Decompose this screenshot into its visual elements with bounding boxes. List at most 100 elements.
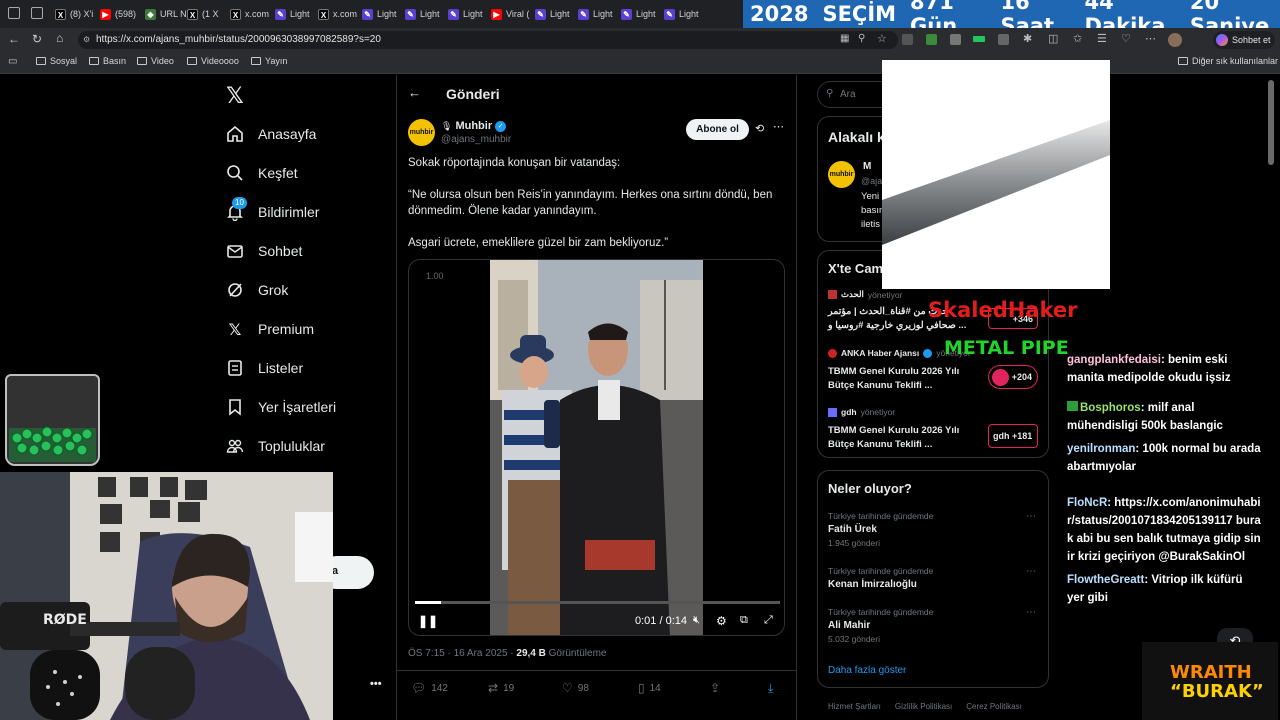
browser-tab[interactable]: Xx.com xyxy=(318,4,360,24)
video-progress-track[interactable] xyxy=(415,601,780,604)
subscribe-button[interactable]: Abone ol xyxy=(686,119,749,140)
more-tools-icon[interactable]: ⋯ xyxy=(1145,32,1156,45)
sidebar-item-notifications[interactable]: 10 Bildirimler xyxy=(226,197,319,221)
apps-icon[interactable]: ▦ xyxy=(840,33,849,44)
footer-link[interactable]: Çerez Politikası xyxy=(966,702,1022,711)
more-options-icon[interactable]: ⋯ xyxy=(773,120,784,133)
browser-tab[interactable]: ✎ Light xyxy=(275,4,317,24)
reply-button[interactable]: 💬︎ 142 xyxy=(411,681,448,695)
trend-item[interactable]: Türkiye tarihinde gündemde Fatih Ürek 1.… xyxy=(828,511,933,548)
extension-icon[interactable] xyxy=(950,34,961,45)
x-logo-icon[interactable]: 𝕏 xyxy=(226,84,244,109)
like-button[interactable]: ♡ 98 xyxy=(562,681,589,695)
other-bookmarks[interactable]: Diğer sık kullanılanlar xyxy=(1178,56,1278,66)
account-menu-icon[interactable]: ••• xyxy=(370,678,382,690)
browser-tab[interactable]: ▶ (598) xyxy=(100,4,142,24)
browser-tab[interactable]: ✎ Light xyxy=(664,4,706,24)
extension-icon[interactable] xyxy=(902,34,913,45)
picture-in-picture-icon[interactable]: ⧉ xyxy=(740,614,748,627)
address-bar[interactable]: ⚙ https://x.com/ajans_muhbir/status/2000… xyxy=(78,31,898,49)
site-info-icon[interactable]: ⚙ xyxy=(83,31,90,49)
sidebar-item-home[interactable]: Anasayfa xyxy=(226,125,316,143)
bookmark-folder[interactable]: Sosyal xyxy=(36,56,77,66)
collections-icon[interactable]: ☰ xyxy=(1097,32,1107,45)
bookmark-folder[interactable]: Video xyxy=(137,56,174,66)
trend-more-icon[interactable]: ⋯ xyxy=(1026,566,1036,577)
sidebar-item-communities[interactable]: Topluluklar xyxy=(226,437,325,455)
sidebar-item-label: Yer İşaretleri xyxy=(258,399,337,415)
favorites-icon[interactable]: ✩ xyxy=(1073,32,1082,45)
sidebar-item-messages[interactable]: Sohbet xyxy=(226,242,302,260)
back-icon[interactable]: ← xyxy=(8,32,20,46)
related-avatar[interactable]: muhbir xyxy=(828,161,855,188)
stream-listener-count[interactable]: gdh +181 xyxy=(988,424,1038,448)
browser-tab[interactable]: X (1 X xyxy=(187,4,229,24)
sidebar-item-label: Topluluklar xyxy=(258,438,325,454)
channel-avatar xyxy=(828,290,837,299)
page-scrollbar-thumb[interactable] xyxy=(1268,80,1274,165)
extensions-puzzle-icon[interactable]: ✱ xyxy=(1023,32,1032,45)
trend-item[interactable]: Türkiye tarihinde gündemde Ali Mahir 5.0… xyxy=(828,607,933,644)
browser-essentials-icon[interactable]: ♡ xyxy=(1121,32,1131,45)
author-avatar[interactable]: muhbir xyxy=(408,119,435,146)
extension-icon[interactable] xyxy=(998,34,1009,45)
repost-icon: ⇄ xyxy=(488,681,499,695)
browser-tab[interactable]: ▶ Viral ( xyxy=(491,4,533,24)
tab-groups-icon[interactable] xyxy=(31,7,43,19)
browser-tab[interactable]: Xx.com xyxy=(230,4,272,24)
bookmark-folder[interactable]: Basın xyxy=(89,56,126,66)
browser-tab[interactable]: X (8) X'i xyxy=(55,4,97,24)
browser-tab[interactable]: ✎ Light xyxy=(535,4,577,24)
footer-link[interactable]: Hizmet Şartları xyxy=(828,702,881,711)
trend-item[interactable]: Türkiye tarihinde gündemde Kenan İmirzal… xyxy=(828,566,933,593)
fullscreen-icon[interactable]: ⤢ xyxy=(764,614,773,627)
battery-extension-icon[interactable] xyxy=(973,36,985,42)
footer-link[interactable]: Gizlilik Politikası xyxy=(895,702,952,711)
browser-tab[interactable]: ✎ Light xyxy=(621,4,663,24)
copilot-chat-button[interactable]: Sohbet et xyxy=(1213,31,1275,49)
sidebar-item-grok[interactable]: Grok xyxy=(226,281,288,299)
browser-tab[interactable]: ✎ Light xyxy=(362,4,404,24)
sidebar-item-premium[interactable]: 𝕏 Premium xyxy=(226,320,314,339)
author-handle[interactable]: @ajans_muhbir xyxy=(441,134,511,145)
trend-more-icon[interactable]: ⋯ xyxy=(1026,607,1036,618)
browser-tab[interactable]: ✎ Light xyxy=(405,4,447,24)
pause-icon[interactable]: ❚❚ xyxy=(418,614,438,628)
stream-host[interactable]: gdh yönetiyor xyxy=(828,407,895,417)
bookmark-manager-icon[interactable]: ▭ xyxy=(8,56,17,67)
browser-tab[interactable]: ✎ Light xyxy=(578,4,620,24)
related-name[interactable]: M xyxy=(863,161,871,172)
stream-title[interactable]: TBMM Genel Kurulu 2026 Yılı Bütçe Kanunu… xyxy=(828,424,978,452)
mute-icon[interactable]: 🔇︎ xyxy=(693,614,700,627)
video-player[interactable]: 1.00 ❚❚ 0:01 / 0:14 🔇︎ ⚙ ⧉ ⤢ xyxy=(408,259,785,636)
sidebar-item-explore[interactable]: Keşfet xyxy=(226,164,298,182)
settings-icon[interactable]: ⚙ xyxy=(716,614,727,628)
tab-actions-icon[interactable] xyxy=(8,7,20,19)
back-arrow-icon[interactable]: ← xyxy=(408,85,421,100)
download-icon[interactable]: ⤓ xyxy=(768,681,773,696)
browser-tab[interactable]: ◆ URL N xyxy=(145,4,187,24)
trend-more-icon[interactable]: ⋯ xyxy=(1026,511,1036,522)
sidebar-item-lists[interactable]: Listeler xyxy=(226,359,303,377)
bookmark-button[interactable]: ▯ 14 xyxy=(638,681,661,695)
profile-avatar[interactable] xyxy=(1168,33,1182,47)
bookmark-folder[interactable]: Videoooo xyxy=(187,56,239,66)
extension-icon[interactable] xyxy=(926,34,937,45)
grok-explain-icon[interactable]: ⟲ xyxy=(755,122,764,135)
home-icon[interactable]: ⌂ xyxy=(56,31,63,45)
favorite-star-icon[interactable]: ☆ xyxy=(877,32,887,45)
sidebar-item-bookmarks[interactable]: Yer İşaretleri xyxy=(226,398,336,416)
split-screen-icon[interactable]: ◫ xyxy=(1048,32,1058,45)
author-name-row[interactable]: 🎙 Muhbir ✓ xyxy=(441,120,507,132)
reload-icon[interactable]: ↻ xyxy=(32,32,42,46)
show-more-link[interactable]: Daha fazla göster xyxy=(828,665,906,676)
bookmark-folder[interactable]: Yayın xyxy=(251,56,287,66)
share-icon[interactable]: ⇪ xyxy=(710,681,720,695)
zoom-icon[interactable]: ⚲ xyxy=(858,33,865,44)
stream-host[interactable]: الحدث yönetiyor xyxy=(828,289,902,300)
stream-title[interactable]: TBMM Genel Kurulu 2026 Yılı Bütçe Kanunu… xyxy=(828,365,978,393)
browser-tab[interactable]: ✎ Light xyxy=(448,4,490,24)
repost-button[interactable]: ⇄ 19 xyxy=(488,681,514,695)
people-icon xyxy=(226,437,244,455)
stream-listener-count[interactable]: +204 xyxy=(988,365,1038,389)
